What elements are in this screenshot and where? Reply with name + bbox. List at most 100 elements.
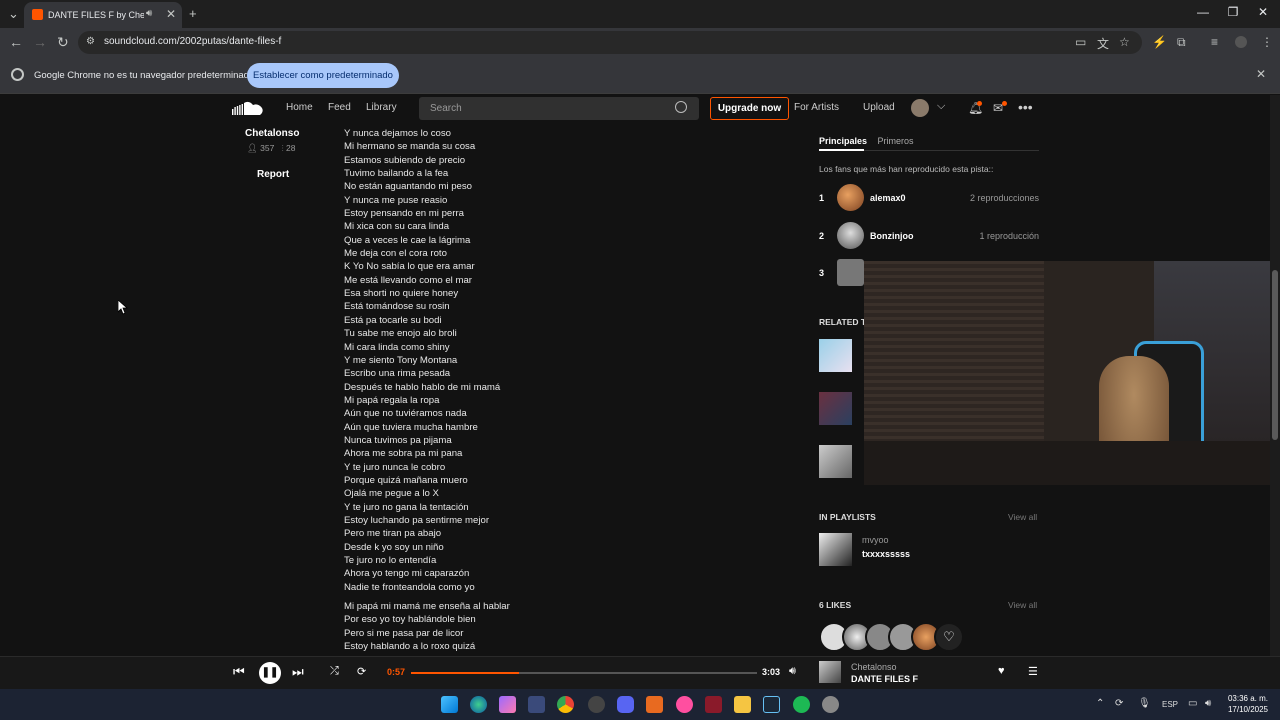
fan-avatar[interactable] (837, 222, 864, 249)
playlists-view-all-link[interactable]: View all (1008, 512, 1037, 522)
app-icon[interactable] (705, 696, 722, 713)
followers-count[interactable]: 357 (260, 143, 274, 153)
fan-avatar[interactable] (837, 259, 864, 286)
app-icon[interactable] (588, 696, 605, 713)
for-artists-link[interactable]: For Artists (794, 102, 839, 113)
app-icon[interactable] (676, 696, 693, 713)
lyric-line: Esa shorti no quiere honey (344, 288, 459, 300)
shuffle-icon[interactable]: ⤮ (330, 665, 339, 678)
extensions-puzzle-icon[interactable]: ⧉ (1177, 35, 1186, 50)
lyric-line: Mi papá mi mamá me enseña al hablar (344, 601, 510, 612)
playlist-name[interactable]: txxxxsssss (862, 549, 910, 559)
like-heart-icon[interactable]: ♥ (998, 665, 1005, 677)
now-playing-artwork[interactable] (819, 661, 841, 683)
minimize-button[interactable]: — (1188, 5, 1218, 19)
player-artist[interactable]: Chetalonso (851, 662, 897, 672)
playlist-thumb[interactable] (819, 533, 852, 566)
upload-link[interactable]: Upload (863, 102, 895, 113)
restore-button[interactable]: ❐ (1218, 5, 1248, 19)
cast-icon[interactable]: ▭ (1075, 35, 1086, 49)
forward-arrow-icon[interactable]: → (33, 34, 47, 50)
tracks-count[interactable]: 28 (286, 143, 295, 153)
browser-tab[interactable]: DANTE FILES F by Chetalonso 🔊︎ ✕ (24, 2, 182, 28)
upgrade-now-button[interactable]: Upgrade now (710, 97, 789, 120)
nav-library[interactable]: Library (366, 102, 397, 113)
app-icon[interactable] (646, 696, 663, 713)
close-window-button[interactable]: ✕ (1248, 5, 1278, 19)
tray-chevron-up-icon[interactable]: ⌃ (1096, 698, 1104, 709)
spotify-icon[interactable] (793, 696, 810, 713)
fan-name[interactable]: Bonzinjoo (870, 231, 914, 241)
user-avatar[interactable] (911, 99, 929, 117)
next-track-icon[interactable]: ⏭︎ (292, 664, 304, 680)
tab-primeros[interactable]: Primeros (878, 136, 914, 146)
omnibox[interactable]: ⚙ soundcloud.com/2002putas/dante-files-f (78, 31, 1142, 54)
search-icon[interactable] (675, 101, 687, 113)
network-icon[interactable]: ▭ (1188, 698, 1197, 709)
translate-icon[interactable]: 文 (1097, 35, 1109, 52)
new-tab-button[interactable]: + (189, 6, 197, 21)
related-track-thumb[interactable] (819, 339, 852, 372)
discord-icon[interactable] (617, 696, 634, 713)
microphone-icon[interactable]: 🎙︎ (1138, 698, 1151, 709)
menu-dots-icon[interactable]: ⋮ (1261, 35, 1273, 49)
player-track-title[interactable]: DANTE FILES F (851, 674, 918, 684)
fan-name[interactable]: alemax0 (870, 193, 906, 203)
reload-icon[interactable]: ↻ (57, 34, 69, 51)
file-explorer-icon[interactable] (734, 696, 751, 713)
settings-gear-icon[interactable] (822, 696, 839, 713)
bookmark-star-icon[interactable]: ☆ (1119, 35, 1130, 49)
related-tracks-title: RELATED TI (819, 317, 869, 327)
set-default-button[interactable]: Establecer como predeterminado (247, 63, 399, 88)
likes-view-all-link[interactable]: View all (1008, 600, 1037, 610)
pause-button[interactable]: ❚❚ (259, 662, 281, 684)
profile-avatar[interactable] (1235, 36, 1247, 48)
nav-home[interactable]: Home (286, 102, 313, 113)
windows-start-icon[interactable] (441, 696, 458, 713)
lyric-line: Nunca tuvimos pa pijama (344, 434, 452, 446)
infobar-close-icon[interactable]: ✕ (1256, 67, 1266, 81)
lyric-line: Mi hermano se manda su cosa (344, 141, 476, 153)
copilot-icon[interactable] (499, 696, 516, 713)
steam-icon[interactable] (763, 696, 780, 713)
artist-name[interactable]: Chetalonso (245, 128, 299, 139)
lyric-line: Ahora me sobra pa mi pana (344, 448, 463, 460)
tab-principales[interactable]: Principales (819, 136, 867, 146)
language-indicator[interactable]: ESP (1162, 700, 1178, 709)
queue-icon[interactable]: ☰ (1028, 665, 1038, 678)
soundcloud-logo-icon[interactable] (232, 100, 264, 117)
tab-search-icon[interactable]: ⌄ (8, 6, 19, 22)
report-button[interactable]: Report (257, 169, 289, 180)
related-track-thumb[interactable] (819, 445, 852, 478)
app-icon[interactable] (528, 696, 545, 713)
site-info-icon[interactable]: ⚙ (86, 36, 95, 47)
repeat-icon[interactable]: ⟳ (357, 665, 366, 678)
related-track-thumb[interactable] (819, 392, 852, 425)
volume-tray-icon[interactable]: 🔊︎ (1205, 698, 1211, 709)
chevron-down-icon[interactable]: ⌵ (937, 100, 945, 113)
url-text[interactable]: soundcloud.com/2002putas/dante-files-f (104, 36, 281, 47)
nav-feed[interactable]: Feed (328, 102, 351, 113)
address-toolbar: ← → ↻ ⚙ soundcloud.com/2002putas/dante-f… (0, 28, 1280, 57)
back-arrow-icon[interactable]: ← (9, 34, 23, 50)
volume-icon[interactable]: 🔊︎ (789, 665, 796, 678)
fan-avatar[interactable] (837, 184, 864, 211)
fan-row[interactable]: 2 Bonzinjoo 1 reproducción (819, 222, 1039, 250)
more-dots-icon[interactable]: ••• (1018, 99, 1033, 115)
tab-close-icon[interactable]: ✕ (166, 7, 176, 21)
fan-row[interactable]: 1 alemax0 2 reproducciones (819, 184, 1039, 212)
chrome-taskbar-icon[interactable] (557, 696, 574, 713)
edge-icon[interactable] (470, 696, 487, 713)
playlist-user[interactable]: mvyoo (862, 535, 889, 545)
heart-avatar-icon[interactable]: ♡ (934, 622, 964, 652)
previous-track-icon[interactable]: ⏮︎ (233, 664, 245, 680)
search-input[interactable]: Search (419, 97, 699, 120)
speaker-icon[interactable]: 🔊︎ (146, 8, 152, 19)
scrollbar-thumb[interactable] (1272, 270, 1278, 440)
media-controls-icon[interactable]: ≡ (1211, 35, 1218, 49)
page-scrollbar[interactable] (1270, 95, 1280, 656)
tray-app-icon[interactable]: ⟳ (1115, 698, 1123, 709)
progress-bar[interactable] (411, 672, 757, 674)
extension-icon[interactable]: ⚡ (1152, 35, 1167, 49)
system-clock[interactable]: 03:36 a. m. 17/10/2025 (1222, 693, 1268, 715)
